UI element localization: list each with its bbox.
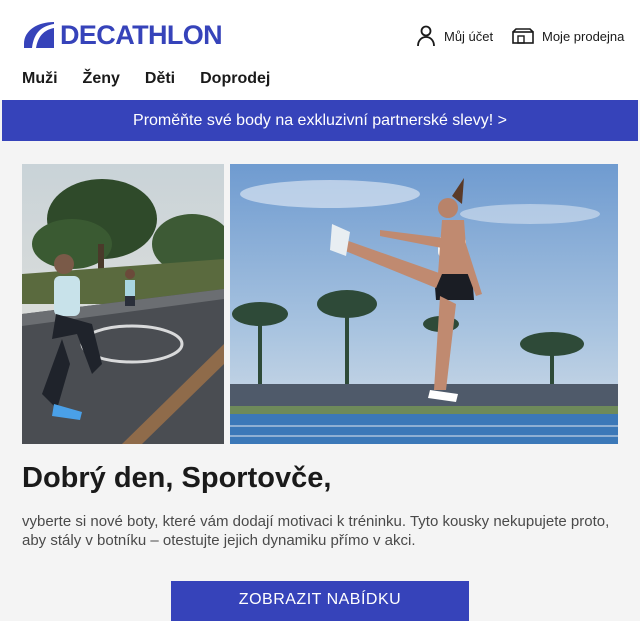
store-icon <box>512 28 534 44</box>
nav-item-men[interactable]: Muži <box>22 70 58 88</box>
nav-item-kids[interactable]: Děti <box>145 70 175 88</box>
greeting-heading: Dobrý den, Sportovče, <box>22 462 332 494</box>
my-store-label: Moje prodejna <box>542 28 625 44</box>
nav-item-sale[interactable]: Doprodej <box>200 70 270 88</box>
view-offer-button[interactable]: ZOBRAZIT NABÍDKU <box>171 581 469 621</box>
promo-banner[interactable]: Proměňte své body na exkluzivní partners… <box>2 100 638 141</box>
hero-image-athlete[interactable] <box>230 164 618 444</box>
my-account-label: Můj účet <box>444 28 494 44</box>
user-icon <box>416 25 436 47</box>
my-account-link[interactable]: Můj účet <box>416 22 493 50</box>
hero-image-runners[interactable] <box>22 164 224 444</box>
my-store-link[interactable]: Moje prodejna <box>512 22 624 50</box>
logo-text: DECATHLON <box>60 20 223 50</box>
nav-item-women[interactable]: Ženy <box>83 70 120 88</box>
promo-text: Proměňte své body na exkluzivní partners… <box>133 111 507 129</box>
email-header: DECATHLON Můj účet Moje prodejna Muži Že… <box>0 0 640 100</box>
intro-paragraph: vyberte si nové boty, které vám dodají m… <box>22 513 610 549</box>
category-nav: Muži Ženy Děti Doprodej <box>22 70 270 88</box>
decathlon-swoosh-icon <box>24 22 54 48</box>
decathlon-logo[interactable]: DECATHLON <box>22 19 223 51</box>
